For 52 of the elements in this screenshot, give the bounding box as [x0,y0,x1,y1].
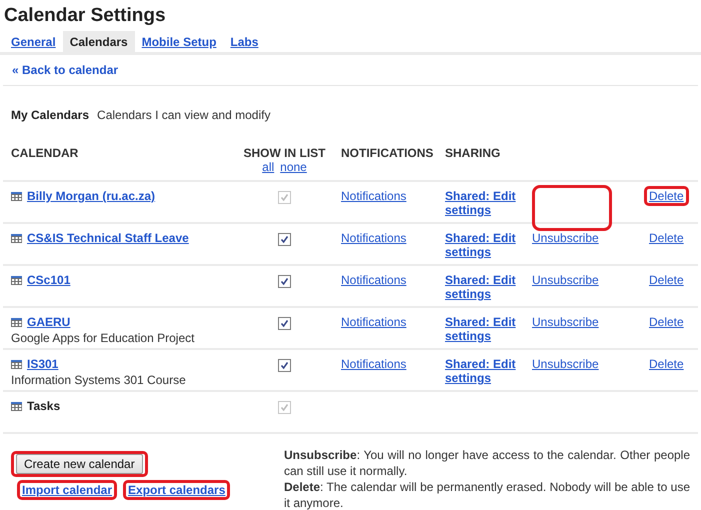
create-calendar-button[interactable]: Create new calendar [16,454,143,474]
settings-tab[interactable]: Calendars [62,31,135,52]
sharing-link[interactable]: Shared: Edit settings [445,315,527,343]
calendar-icon [11,234,22,242]
calendar-icon [11,318,22,326]
show-checkbox[interactable] [278,275,291,288]
sharing-link[interactable]: Shared: Edit settings [445,273,527,301]
column-header: SHOW IN LIST [244,146,326,160]
unsubscribe-link[interactable]: Unsubscribe [532,357,599,371]
sharing-link[interactable]: Shared: Edit settings [445,231,527,259]
unsubscribe-link[interactable]: Unsubscribe [532,273,599,287]
calendar-link[interactable]: GAERU [27,315,70,329]
unsubscribe-link[interactable]: Unsubscribe [532,315,599,329]
delete-link[interactable]: Delete [649,273,684,287]
select-link[interactable]: all [262,160,274,174]
calendar-icon [11,276,22,284]
notifications-link[interactable]: Notifications [341,357,406,371]
delete-link[interactable]: Delete [649,315,684,329]
settings-tab[interactable]: General [4,31,63,52]
footer-link[interactable]: Import calendar [22,483,112,497]
notifications-link[interactable]: Notifications [341,273,406,287]
calendar-description: Information Systems 301 Course [11,373,187,387]
settings-tab[interactable]: Mobile Setup [134,31,224,52]
section-title: My Calendars [11,108,90,122]
calendar-name: Tasks [27,399,60,413]
notifications-link[interactable]: Notifications [341,315,406,329]
delete-link[interactable]: Delete [649,357,684,371]
back-link[interactable]: « Back to calendar [12,63,118,77]
help-note: Unsubscribe: You will no longer have access to the calendar. Other people can still use it normally. [284,447,690,479]
unsubscribe-link[interactable]: Unsubscribe [532,231,599,245]
section-subtitle: Calendars I can view and modify [97,108,270,122]
column-header: CALENDAR [10,146,80,162]
column-header: SHARING [444,146,502,162]
select-link[interactable]: none [280,160,307,174]
calendar-icon [11,192,22,200]
show-checkbox[interactable] [278,359,291,372]
calendar-link[interactable]: IS301 [27,357,58,371]
page-title: Calendar Settings [3,4,167,28]
sharing-link[interactable]: Shared: Edit settings [445,357,527,385]
calendar-description: Google Apps for Education Project [11,331,196,345]
calendar-icon [11,402,22,410]
notifications-link[interactable]: Notifications [341,231,406,245]
help-note: Delete: The calendar will be permanently erased. Nobody will be able to use it anymore. [284,479,690,510]
delete-link[interactable]: Delete [649,231,684,245]
calendar-link[interactable]: CSc101 [27,273,70,287]
show-checkbox[interactable] [278,233,291,246]
calendar-link[interactable]: CS&IS Technical Staff Leave [27,231,189,245]
footer-link[interactable]: Export calendars [128,483,226,497]
calendar-icon [11,360,22,368]
column-header: NOTIFICATIONS [340,146,434,162]
settings-tab[interactable]: Labs [223,31,266,52]
show-checkbox[interactable] [278,317,291,330]
